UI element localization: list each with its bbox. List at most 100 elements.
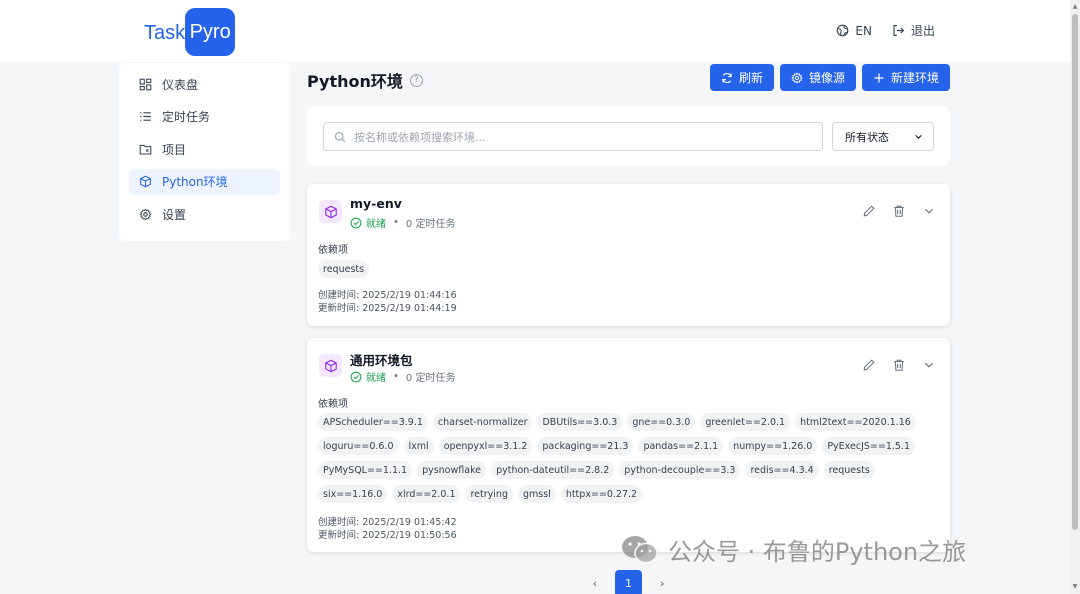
- env-status: 就绪 • 0 定时任务: [350, 215, 455, 230]
- deps-label: 依赖项: [318, 399, 348, 410]
- sidebar: 仪表盘 定时任务 项目 Python环境 设置: [119, 63, 290, 241]
- dependency-tag: PyMySQL==1.1.1: [318, 461, 413, 479]
- chevron-down-icon: [915, 134, 922, 139]
- env-cube-icon: [319, 354, 342, 377]
- wechat-icon: [622, 535, 658, 563]
- dependency-tag: requests: [318, 260, 370, 278]
- dependency-tag: pysnowflake: [417, 461, 487, 479]
- status-select-value: 所有状态: [845, 130, 889, 144]
- env-timestamps: 创建时间: 2025/2/19 01:45:42 更新时间: 2025/2/19…: [318, 516, 457, 542]
- sidebar-item-label: Python环境: [162, 175, 228, 189]
- dependency-tag: packaging==21.3: [537, 437, 634, 455]
- edit-icon[interactable]: [862, 204, 876, 218]
- deps-label: 依赖项: [318, 245, 348, 256]
- chevron-down-icon[interactable]: [922, 204, 936, 218]
- sidebar-item-label: 仪表盘: [162, 77, 199, 92]
- refresh-label: 刷新: [738, 71, 763, 85]
- page-title: Python环境 ?: [307, 68, 423, 92]
- new-env-label: 新建环境: [890, 71, 939, 85]
- mirror-source-button[interactable]: 镜像源: [779, 64, 856, 91]
- next-page-button[interactable]: ›: [660, 577, 664, 590]
- trash-icon[interactable]: [892, 204, 906, 218]
- logout-label: 退出: [910, 24, 935, 38]
- prev-page-button[interactable]: ‹: [593, 577, 597, 590]
- page-button-current[interactable]: 1: [615, 570, 642, 594]
- dependency-tag: six==1.16.0: [318, 485, 388, 503]
- check-circle-icon: [350, 217, 362, 228]
- env-timestamps: 创建时间: 2025/2/19 01:44:16 更新时间: 2025/2/19…: [318, 289, 457, 315]
- watermark-text: 公众号 · 布鲁的Python之旅: [668, 538, 967, 566]
- scroll-up-arrow[interactable]: ▲: [1070, 2, 1080, 12]
- sidebar-item-dashboard[interactable]: 仪表盘: [129, 71, 280, 97]
- logout-button[interactable]: 退出: [892, 22, 935, 39]
- env-task-count: 0 定时任务: [405, 373, 456, 384]
- dependency-tag: DBUtils==3.0.3: [537, 413, 623, 431]
- dependency-tag: openpyxl==3.1.2: [438, 437, 533, 455]
- scroll-down-arrow[interactable]: ▼: [1070, 582, 1080, 592]
- updated-time: 更新时间: 2025/2/19 01:44:19: [318, 303, 457, 314]
- globe-icon: [837, 24, 849, 37]
- env-card: my-env 就绪 • 0 定时任务 依赖项 requests 创建时间: 20…: [307, 184, 950, 326]
- deps-list: APScheduler==3.9.1 charset-normalizer DBUt…: [318, 413, 938, 503]
- chevron-down-icon[interactable]: [922, 358, 936, 372]
- search-placeholder: 按名称或依赖项搜索环境...: [354, 130, 486, 144]
- refresh-button[interactable]: 刷新: [709, 64, 774, 91]
- page-scrollbar[interactable]: ▲ ▼: [1070, 0, 1080, 594]
- sidebar-item-python-env[interactable]: Python环境: [129, 168, 280, 195]
- dependency-tag: charset-normalizer: [432, 413, 533, 431]
- env-status-text: 就绪: [366, 219, 386, 230]
- dependency-tag: numpy==1.26.0: [728, 437, 818, 455]
- logo-text-task: Task: [144, 21, 186, 44]
- logo-text-pyro: Pyro: [185, 8, 236, 56]
- env-card: 通用环境包 就绪 • 0 定时任务 依赖项 APScheduler==3.9.1…: [307, 338, 950, 552]
- dependency-tag: requests: [823, 461, 875, 479]
- deps-list: requests: [318, 260, 938, 278]
- sidebar-item-projects[interactable]: 项目: [129, 136, 280, 162]
- edit-icon[interactable]: [862, 358, 876, 372]
- logout-icon: [893, 25, 905, 36]
- created-time: 创建时间: 2025/2/19 01:45:42: [318, 517, 457, 528]
- sidebar-item-settings[interactable]: 设置: [129, 201, 280, 227]
- filter-panel: 按名称或依赖项搜索环境... 所有状态: [307, 106, 950, 166]
- sidebar-item-label: 设置: [162, 207, 187, 222]
- app-logo[interactable]: Task Pyro: [144, 8, 236, 56]
- dependency-tag: httpx==0.27.2: [560, 485, 643, 503]
- status-select[interactable]: 所有状态: [832, 122, 934, 151]
- page-title-text: Python环境: [307, 72, 403, 91]
- separator-dot: •: [393, 217, 399, 228]
- dependency-tag: redis==4.3.4: [745, 461, 819, 479]
- sidebar-item-scheduled-tasks[interactable]: 定时任务: [129, 104, 280, 130]
- dependency-tag: python-dateutil==2.8.2: [491, 461, 615, 479]
- dependency-tag: loguru==0.6.0: [318, 437, 399, 455]
- help-icon[interactable]: ?: [409, 73, 423, 87]
- trash-icon[interactable]: [892, 358, 906, 372]
- mirror-source-label: 镜像源: [808, 71, 845, 85]
- dependency-tag: APScheduler==3.9.1: [318, 413, 428, 431]
- sidebar-item-label: 定时任务: [162, 110, 211, 124]
- dependency-tag: PyExecJS==1.5.1: [822, 437, 915, 455]
- cube-icon: [140, 175, 151, 188]
- env-task-count: 0 定时任务: [405, 219, 456, 230]
- watermark: 公众号 · 布鲁的Python之旅: [620, 532, 966, 567]
- new-env-button[interactable]: 新建环境: [861, 64, 950, 91]
- sidebar-item-label: 项目: [162, 142, 187, 157]
- dependency-tag: gne==0.3.0: [627, 413, 696, 431]
- list-icon: [140, 112, 151, 121]
- plus-icon: [874, 73, 884, 82]
- dependency-tag: html2text==2020.1.16: [795, 413, 916, 431]
- env-status: 就绪 • 0 定时任务: [350, 369, 455, 384]
- gear-icon: [791, 71, 803, 84]
- search-input[interactable]: 按名称或依赖项搜索环境...: [323, 122, 823, 151]
- language-switch[interactable]: EN: [836, 24, 872, 38]
- env-name: my-env: [350, 196, 402, 211]
- top-header: Task Pyro EN 退出: [0, 0, 1070, 62]
- scrollbar-thumb[interactable]: [1072, 14, 1078, 530]
- created-time: 创建时间: 2025/2/19 01:44:16: [318, 290, 457, 301]
- search-icon: [334, 131, 346, 142]
- gear-icon: [139, 207, 152, 221]
- dependency-tag: gmssl: [517, 485, 556, 503]
- refresh-icon: [722, 72, 732, 83]
- dependency-tag: pandas==2.1.1: [638, 437, 724, 455]
- language-label: EN: [855, 23, 872, 38]
- pagination: ‹ 1 ›: [307, 570, 950, 594]
